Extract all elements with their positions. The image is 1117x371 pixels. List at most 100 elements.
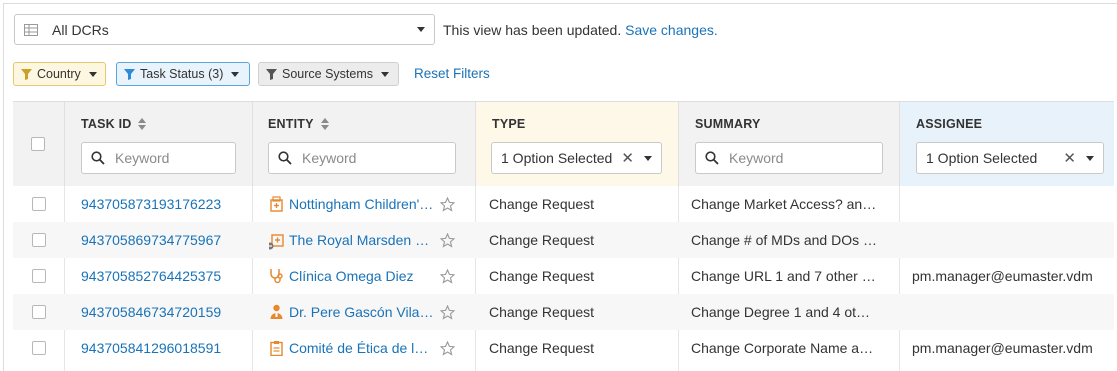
row-select-cell <box>13 258 64 294</box>
search-icon <box>705 151 719 165</box>
summary-cell: Change Corporate Name and other fields <box>691 330 881 366</box>
summary-text: Change URL 1 and 7 other fields <box>691 268 877 284</box>
chevron-down-icon <box>417 27 425 32</box>
summary-text: Change Degree 1 and 4 other fields <box>691 304 877 320</box>
row-checkbox[interactable] <box>31 197 46 211</box>
column-header-entity[interactable]: ENTITY <box>268 117 329 131</box>
view-updated-text: This view has been updated. <box>443 22 622 38</box>
entity-keyword-input[interactable] <box>302 150 402 166</box>
star-icon[interactable] <box>440 268 455 284</box>
save-changes-link[interactable]: Save changes. <box>625 22 718 38</box>
type-title: TYPE <box>492 117 526 131</box>
search-icon <box>91 151 105 165</box>
type-cell: Change Request <box>489 268 595 284</box>
row-select-cell <box>13 222 64 258</box>
star-icon[interactable] <box>440 196 455 212</box>
task-id-keyword-field[interactable] <box>81 142 236 174</box>
reset-filters-link[interactable]: Reset Filters <box>414 66 490 81</box>
summary-cell: Change Market Access? and other fields <box>691 186 881 222</box>
table-row[interactable]: 943705852764425375 Clínica Omega Diez Ch… <box>13 258 1114 294</box>
stethoscope-icon <box>270 269 283 284</box>
chevron-down-icon <box>644 156 652 161</box>
view-updated-message: This view has been updated. Save changes… <box>443 22 718 38</box>
entity-link[interactable]: Clínica Omega Diez <box>289 268 434 284</box>
hospital-icon <box>270 196 283 212</box>
table-header: TASK ID ENTITY TYPE 1 Option Selected ✕ … <box>13 101 1114 186</box>
entity-link[interactable]: Comité de Ética de la Investigación <box>289 340 434 356</box>
type-option-select[interactable]: 1 Option Selected ✕ <box>491 142 662 174</box>
assignee-option-select[interactable]: 1 Option Selected ✕ <box>916 142 1104 174</box>
task-id-link[interactable]: 943705852764425375 <box>81 258 251 294</box>
table-row[interactable]: 943705841296018591 Comité de Ética de la… <box>13 330 1114 366</box>
column-header-summary[interactable]: SUMMARY <box>695 117 761 131</box>
task-id-link[interactable]: 943705841296018591 <box>81 330 251 366</box>
entity-link[interactable]: Dr. Pere Gascón Vilaplana <box>289 304 434 320</box>
summary-text: Change # of MDs and DOs and other fields <box>691 232 877 248</box>
task-id-keyword-input[interactable] <box>115 150 215 166</box>
assignee-title: ASSIGNEE <box>916 117 983 131</box>
type-cell: Change Request <box>489 304 595 320</box>
entity-cell: Dr. Pere Gascón Vilaplana <box>269 294 479 330</box>
row-checkbox[interactable] <box>31 305 46 319</box>
table-row[interactable]: 943705869734775967 The Royal Marsden Hos… <box>13 222 1114 258</box>
country-filter[interactable]: Country <box>13 62 106 86</box>
sort-icon <box>320 118 329 130</box>
row-select-cell <box>13 186 64 222</box>
clear-icon[interactable]: ✕ <box>621 149 634 167</box>
column-entity: ENTITY <box>252 102 475 186</box>
clear-icon[interactable]: ✕ <box>1063 149 1076 167</box>
column-task-id: TASK ID <box>64 102 252 186</box>
entity-link[interactable]: The Royal Marsden Hospital <box>289 232 434 248</box>
chevron-down-icon <box>231 71 240 77</box>
summary-text: Change Market Access? and other fields <box>691 196 877 212</box>
row-select-cell <box>13 294 64 330</box>
entity-link[interactable]: Nottingham Children's Hospital <box>289 196 434 212</box>
assignee-cell <box>912 222 1112 258</box>
table-body: 943705873193176223 Nottingham Children's… <box>13 186 1114 366</box>
assignee-cell <box>912 294 1112 330</box>
row-checkbox[interactable] <box>31 233 46 247</box>
assignee-cell <box>912 186 1112 222</box>
view-selector[interactable]: All DCRs <box>14 14 435 45</box>
assignee-text: pm.manager@eumaster.vdm <box>912 340 1093 356</box>
funnel-icon <box>21 68 32 80</box>
summary-cell: Change Degree 1 and 4 other fields <box>691 294 881 330</box>
entity-title: ENTITY <box>268 117 314 131</box>
summary-keyword-field[interactable] <box>695 142 883 174</box>
column-assignee: ASSIGNEE 1 Option Selected ✕ <box>899 102 1114 186</box>
assignee-cell: pm.manager@eumaster.vdm <box>912 258 1112 294</box>
funnel-icon <box>266 68 277 80</box>
column-header-assignee[interactable]: ASSIGNEE <box>916 117 982 131</box>
row-checkbox[interactable] <box>31 269 46 283</box>
star-icon[interactable] <box>440 340 455 356</box>
table-row[interactable]: 943705846734720159 Dr. Pere Gascón Vilap… <box>13 294 1114 330</box>
chevron-down-icon <box>88 71 97 77</box>
star-icon[interactable] <box>440 304 455 320</box>
select-all-checkbox[interactable] <box>31 137 45 151</box>
task-status-filter[interactable]: Task Status (3) <box>116 62 250 86</box>
task-id-link[interactable]: 943705869734775967 <box>81 222 251 258</box>
task-status-filter-label: Task Status (3) <box>140 67 224 81</box>
view-selector-label: All DCRs <box>52 21 109 38</box>
type-selected-value: 1 Option Selected <box>501 150 613 166</box>
row-checkbox[interactable] <box>31 341 46 355</box>
column-header-task-id[interactable]: TASK ID <box>81 117 147 131</box>
column-header-type[interactable]: TYPE <box>492 117 525 131</box>
source-systems-filter[interactable]: Source Systems <box>258 62 399 86</box>
hospital-inactive-icon <box>269 234 284 250</box>
entity-keyword-field[interactable] <box>268 142 456 174</box>
type-cell: Change Request <box>489 232 595 248</box>
star-icon[interactable] <box>440 232 455 248</box>
summary-keyword-input[interactable] <box>729 150 829 166</box>
search-icon <box>278 151 292 165</box>
table-row[interactable]: 943705873193176223 Nottingham Children's… <box>13 186 1114 222</box>
select-all-cell <box>13 102 64 186</box>
task-id-link[interactable]: 943705846734720159 <box>81 294 251 330</box>
source-systems-filter-label: Source Systems <box>282 67 374 81</box>
assignee-selected-value: 1 Option Selected <box>926 150 1038 166</box>
type-cell: Change Request <box>489 196 595 212</box>
summary-cell: Change URL 1 and 7 other fields <box>691 258 881 294</box>
task-id-link[interactable]: 943705873193176223 <box>81 186 251 222</box>
country-filter-label: Country <box>37 67 81 81</box>
table-view-icon <box>24 23 38 36</box>
